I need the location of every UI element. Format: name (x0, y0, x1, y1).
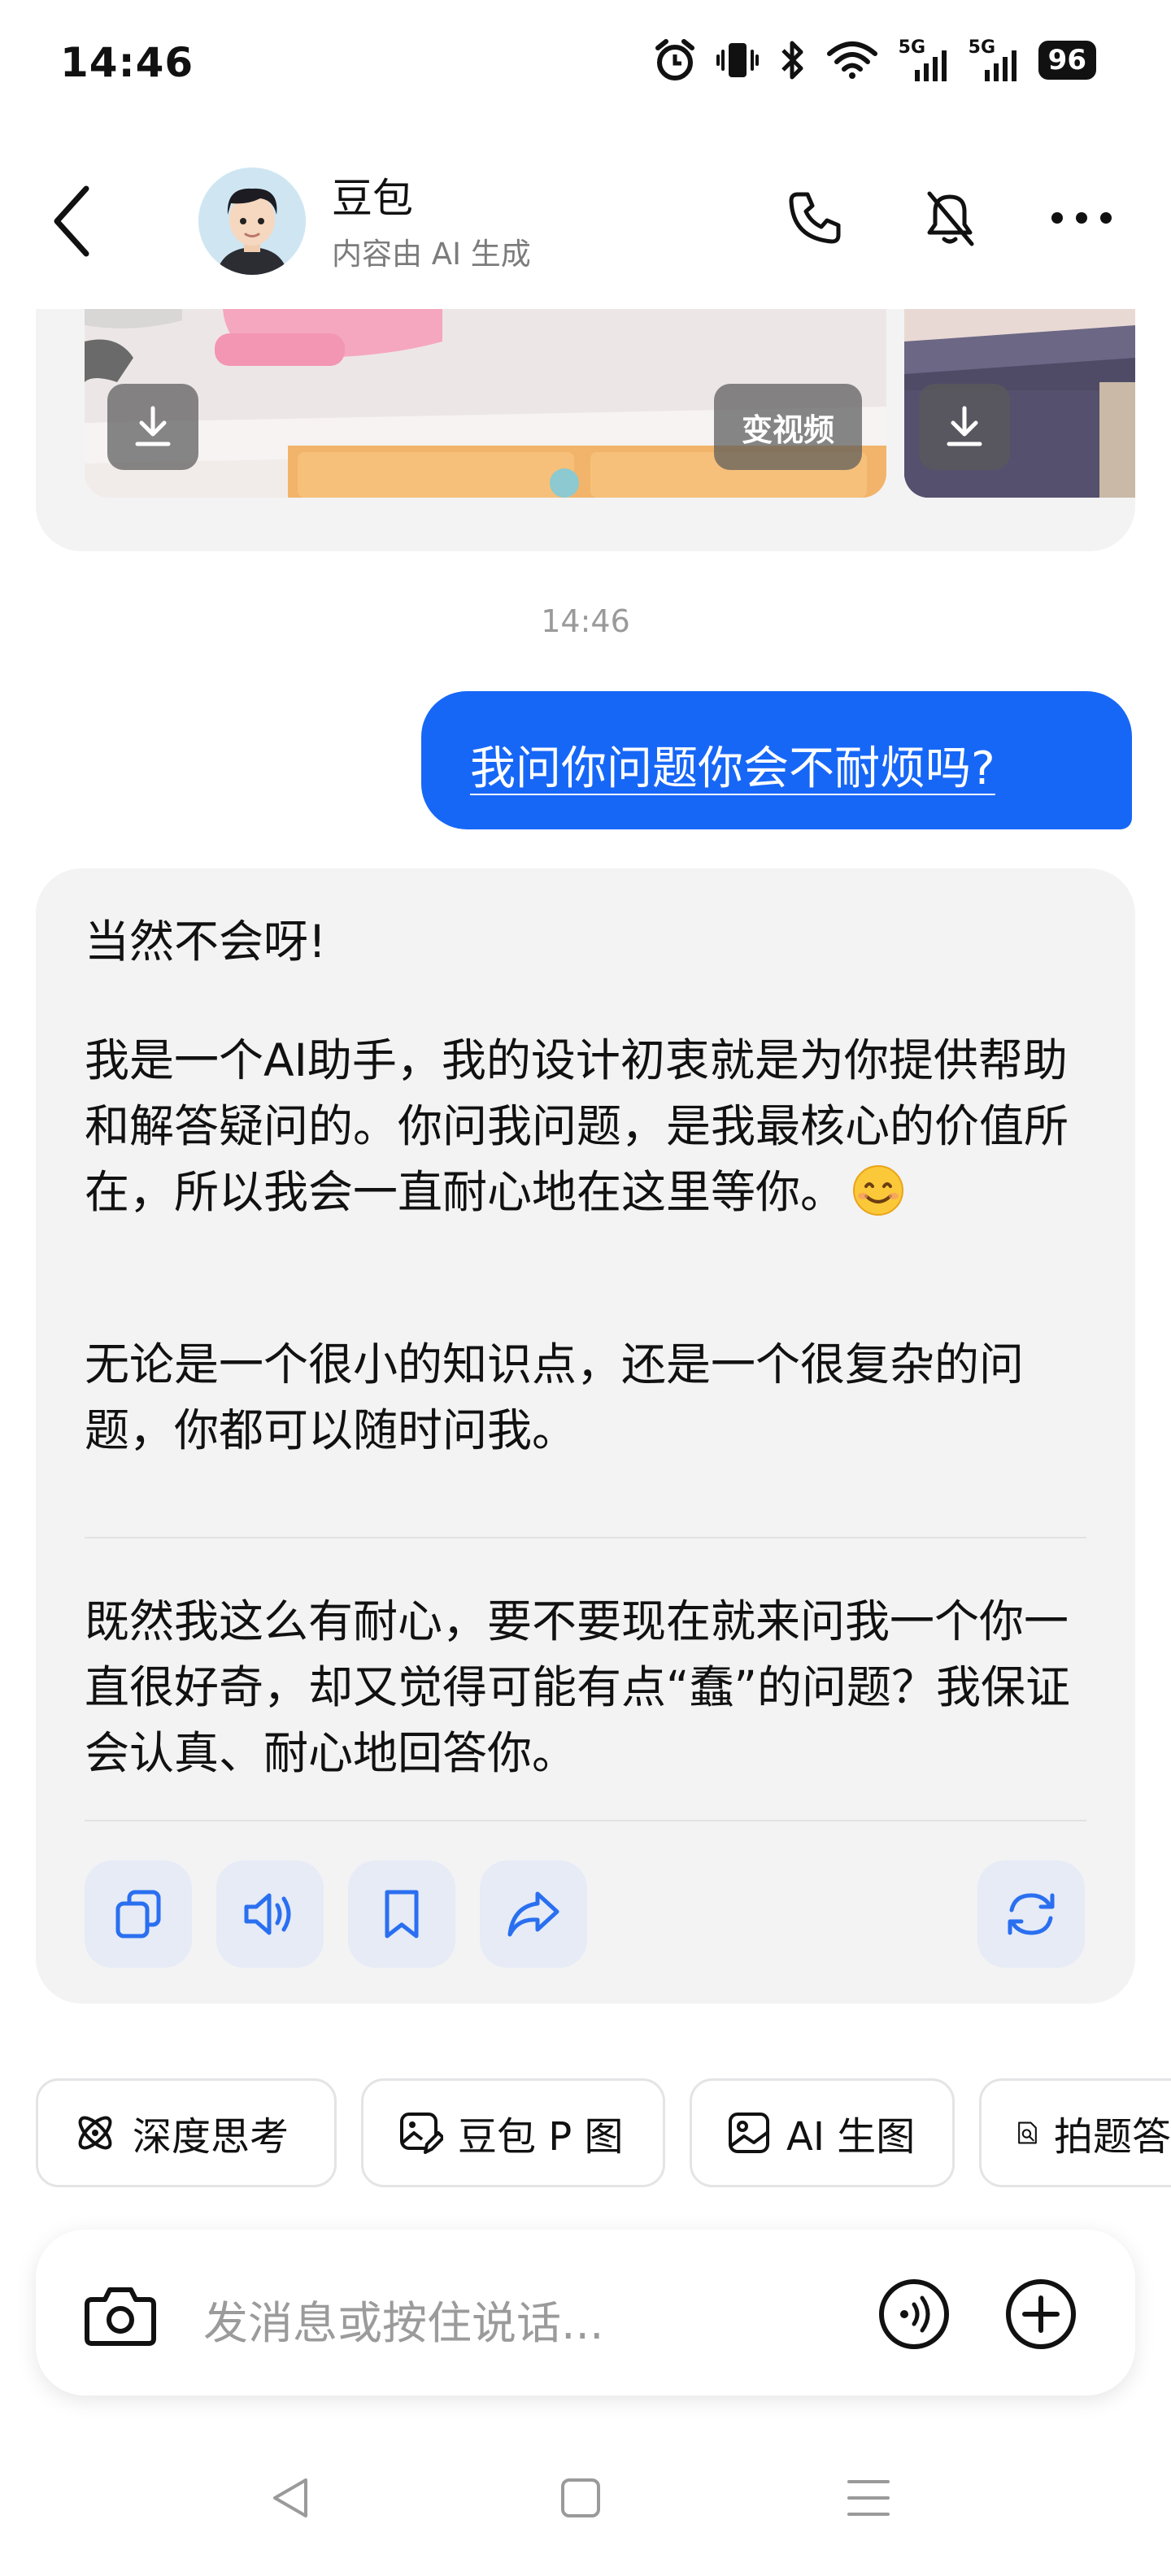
bot-paragraph: 无论是一个很小的知识点，还是一个很复杂的问题，你都可以随时问我。 (85, 1338, 1025, 1456)
camera-button[interactable] (81, 2277, 159, 2355)
nav-menu-icon (847, 2480, 890, 2516)
nav-back-icon (273, 2478, 307, 2517)
chip-photo-answer[interactable]: 拍题答 (979, 2078, 1171, 2187)
bot-paragraph: 当然不会呀! (85, 916, 327, 968)
wifi-icon (826, 41, 877, 80)
chip-ai-image[interactable]: AI 生图 (690, 2078, 955, 2187)
bot-name: 豆包 (332, 175, 413, 222)
more-button[interactable] (1049, 185, 1114, 250)
copy-icon (115, 1890, 161, 1939)
bookmark-button[interactable] (348, 1860, 455, 1968)
download-button[interactable] (107, 384, 198, 470)
chip-image-edit[interactable]: 豆包 P 图 (361, 2078, 665, 2187)
signal-5g-icon: 5G (969, 37, 1017, 83)
user-message-text[interactable]: 我问你问题你会不耐烦吗? (470, 732, 995, 798)
speaker-icon (244, 1893, 291, 1935)
voice-wave-icon (879, 2279, 949, 2349)
atom-icon (78, 2116, 112, 2150)
copy-button[interactable] (85, 1860, 192, 1968)
nav-home-button[interactable] (555, 2472, 607, 2524)
call-button[interactable] (782, 185, 847, 250)
image-icon (729, 2113, 769, 2153)
regenerate-icon (1008, 1893, 1055, 1935)
divider (85, 1537, 1086, 1538)
alarm-icon (655, 38, 695, 82)
nav-back-button[interactable] (265, 2472, 317, 2524)
plus-circle-icon (1006, 2279, 1076, 2349)
vibrate-icon (716, 40, 759, 80)
status-icons: 5G 5G 96 (655, 37, 1096, 83)
avatar[interactable] (198, 168, 306, 275)
nav-menu-button[interactable] (842, 2472, 895, 2524)
ai-generated-note: 内容由 AI 生成 (332, 237, 531, 272)
scan-doc-icon (1018, 2121, 1037, 2144)
edit-image-icon (400, 2113, 443, 2154)
camera-icon (85, 2287, 156, 2346)
mute-button[interactable] (917, 185, 982, 250)
add-button[interactable] (1002, 2275, 1080, 2353)
download-icon (947, 406, 982, 446)
signal-5g-icon: 5G (899, 37, 947, 83)
regenerate-button[interactable] (977, 1860, 1085, 1968)
phone-icon (789, 192, 841, 244)
back-icon (54, 185, 89, 257)
status-time: 14:46 (60, 39, 194, 86)
voice-button[interactable] (875, 2275, 953, 2353)
share-icon (507, 1891, 559, 1937)
divider (85, 1820, 1086, 1821)
chip-deep-thinking[interactable]: 深度思考 (36, 2078, 337, 2187)
back-button[interactable] (49, 182, 98, 260)
download-button[interactable] (919, 384, 1010, 470)
bot-paragraph: 我是一个AI助手，我的设计初衷就是为你提供帮助和解答疑问的。你问我问题，是我最核… (85, 1034, 1069, 1218)
battery-indicator: 96 (1038, 41, 1096, 80)
more-icon (1051, 212, 1112, 224)
read-aloud-button[interactable] (216, 1860, 324, 1968)
bot-paragraph: 既然我这么有耐心，要不要现在就来问我一个你一直很好奇，却又觉得可能有点“蠢”的问… (85, 1595, 1070, 1779)
to-video-button[interactable]: 变视频 (714, 384, 862, 470)
mute-icon (927, 191, 974, 246)
share-button[interactable] (480, 1860, 587, 1968)
smiling-face-emoji (850, 1164, 907, 1217)
nav-home-icon (561, 2478, 600, 2517)
message-input[interactable]: 发消息或按住说话... (203, 2287, 603, 2352)
download-icon (135, 406, 171, 446)
bookmark-icon (385, 1890, 419, 1939)
bluetooth-icon (780, 39, 806, 81)
message-timestamp: 14:46 (541, 603, 630, 639)
